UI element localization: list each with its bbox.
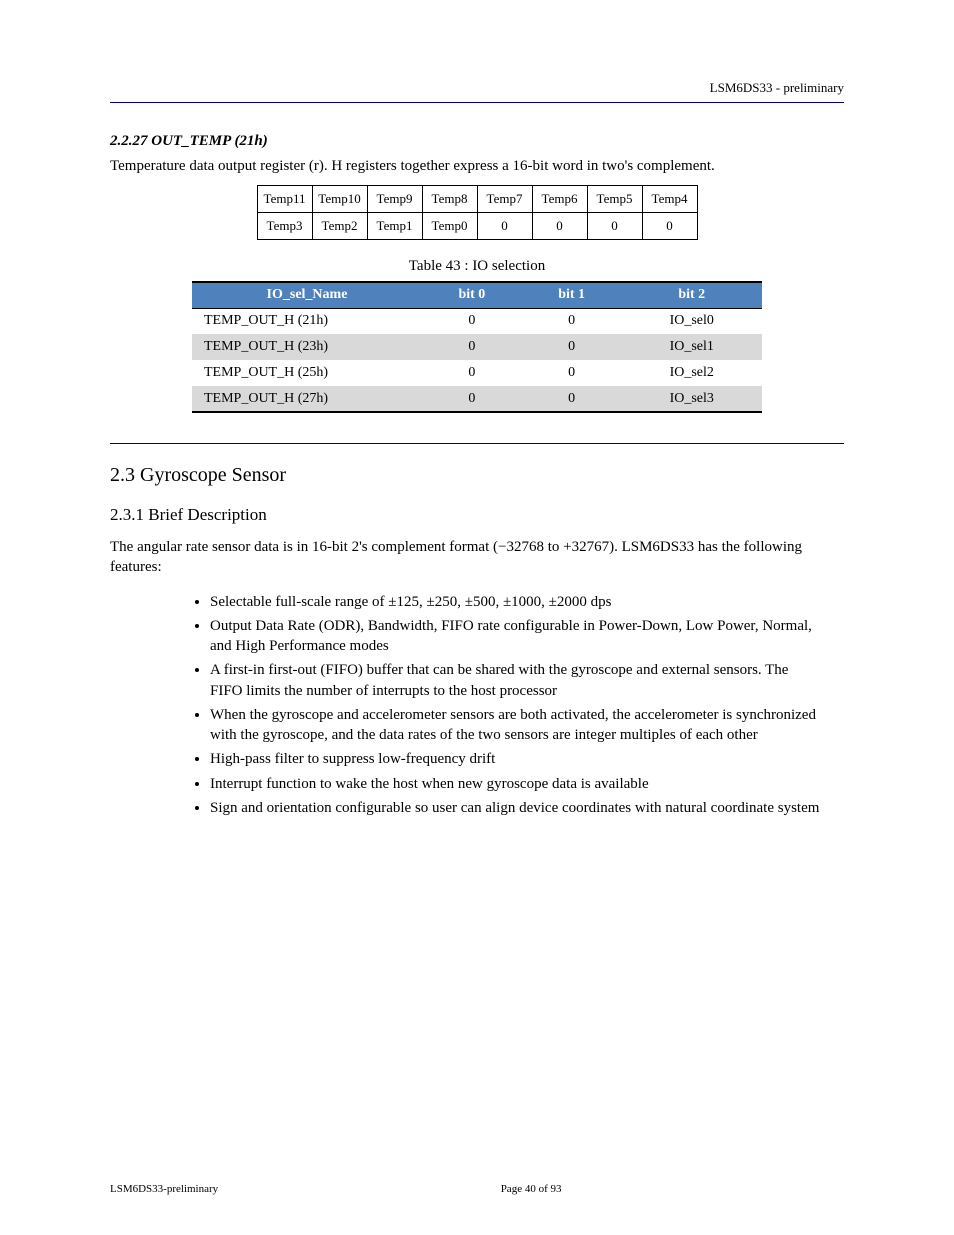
table-header-row: IO_sel_Name bit 0 bit 1 bit 2 <box>192 282 762 308</box>
col-header: IO_sel_Name <box>192 282 422 308</box>
bit-cell: Temp9 <box>367 186 422 213</box>
io-table-caption: Table 43 : IO selection <box>110 258 844 275</box>
list-item: Sign and orientation configurable so use… <box>210 798 844 818</box>
table-row: TEMP_OUT_H (21h) 0 0 IO_sel0 <box>192 308 762 334</box>
cell: 0 <box>422 334 522 360</box>
list-item: Selectable full-scale range of ±125, ±25… <box>210 592 844 612</box>
bit-cell: Temp8 <box>422 186 477 213</box>
heading-title: Gyroscope Sensor <box>140 464 286 486</box>
cell: TEMP_OUT_H (23h) <box>192 334 422 360</box>
list-item: Interrupt function to wake the host when… <box>210 774 844 794</box>
heading-number: 2.3 <box>110 464 135 486</box>
bit-cell: Temp6 <box>532 186 587 213</box>
section-title: OUT_TEMP (21h) <box>151 133 268 149</box>
list-item: High-pass filter to suppress low-frequen… <box>210 749 844 769</box>
table-row: Temp3 Temp2 Temp1 Temp0 0 0 0 0 <box>257 213 697 240</box>
io-selection-table: IO_sel_Name bit 0 bit 1 bit 2 TEMP_OUT_H… <box>192 281 762 413</box>
section-subtitle: Temperature data output register (r). H … <box>110 158 844 175</box>
bit-layout-table: Temp11 Temp10 Temp9 Temp8 Temp7 Temp6 Te… <box>257 185 698 240</box>
bit-cell: Temp11 <box>257 186 312 213</box>
bit-cell: Temp1 <box>367 213 422 240</box>
list-item: Output Data Rate (ODR), Bandwidth, FIFO … <box>210 616 844 657</box>
cell: IO_sel3 <box>622 386 763 412</box>
cell: IO_sel0 <box>622 308 763 334</box>
cell: 0 <box>422 360 522 386</box>
footer-left: LSM6DS33-preliminary <box>110 1183 218 1195</box>
bit-cell: 0 <box>642 213 697 240</box>
list-item: A first-in first-out (FIFO) buffer that … <box>210 660 844 701</box>
cell: TEMP_OUT_H (27h) <box>192 386 422 412</box>
footer-center: Page 40 of 93 <box>501 1183 562 1195</box>
bit-cell: Temp0 <box>422 213 477 240</box>
header-rule <box>110 102 844 103</box>
bit-cell: 0 <box>477 213 532 240</box>
cell: IO_sel2 <box>622 360 763 386</box>
cell: 0 <box>522 334 622 360</box>
cell: 0 <box>422 308 522 334</box>
bit-cell: Temp5 <box>587 186 642 213</box>
table-row: TEMP_OUT_H (27h) 0 0 IO_sel3 <box>192 386 762 412</box>
cell: TEMP_OUT_H (21h) <box>192 308 422 334</box>
feature-list: Selectable full-scale range of ±125, ±25… <box>110 592 844 819</box>
list-item: When the gyroscope and accelerometer sen… <box>210 705 844 746</box>
bit-cell: Temp4 <box>642 186 697 213</box>
cell: 0 <box>522 360 622 386</box>
bit-cell: Temp10 <box>312 186 367 213</box>
col-header: bit 0 <box>422 282 522 308</box>
cell: TEMP_OUT_H (25h) <box>192 360 422 386</box>
table-row: TEMP_OUT_H (23h) 0 0 IO_sel1 <box>192 334 762 360</box>
cell: 0 <box>522 308 622 334</box>
table-row: Temp11 Temp10 Temp9 Temp8 Temp7 Temp6 Te… <box>257 186 697 213</box>
subheading-number: 2.3.1 <box>110 505 144 524</box>
bit-cell: Temp3 <box>257 213 312 240</box>
cell: 0 <box>422 386 522 412</box>
document-header-title: LSM6DS33 - preliminary <box>110 80 844 96</box>
bit-cell: Temp7 <box>477 186 532 213</box>
paragraph-intro: The angular rate sensor data is in 16-bi… <box>110 537 844 578</box>
cell: 0 <box>522 386 622 412</box>
section-number: 2.2.27 <box>110 133 148 149</box>
page-footer: LSM6DS33-preliminary Page 40 of 93 <box>110 1183 844 1195</box>
table-row: TEMP_OUT_H (25h) 0 0 IO_sel2 <box>192 360 762 386</box>
heading-gyro: 2.3 Gyroscope Sensor <box>110 464 844 487</box>
bit-cell: 0 <box>587 213 642 240</box>
col-header: bit 2 <box>622 282 763 308</box>
cell: IO_sel1 <box>622 334 763 360</box>
subheading-brief: 2.3.1 Brief Description <box>110 505 844 525</box>
section-divider <box>110 443 844 444</box>
section-heading-out-temp: 2.2.27 OUT_TEMP (21h) <box>110 133 844 150</box>
subheading-title: Brief Description <box>148 505 267 524</box>
col-header: bit 1 <box>522 282 622 308</box>
bit-cell: Temp2 <box>312 213 367 240</box>
bit-cell: 0 <box>532 213 587 240</box>
